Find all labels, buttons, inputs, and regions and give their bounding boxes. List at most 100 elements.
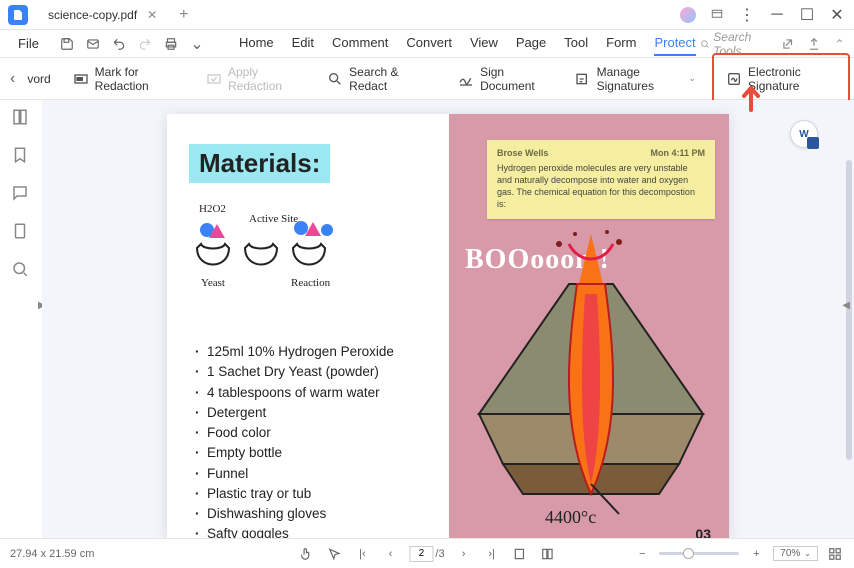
- apply-redaction-label: Apply Redaction: [228, 65, 301, 93]
- notification-icon[interactable]: [708, 6, 726, 24]
- h2o2-label: H2O2: [199, 203, 226, 215]
- materials-list: 125ml 10% Hydrogen Peroxide 1 Sachet Dry…: [195, 342, 394, 538]
- collapse-ribbon-icon[interactable]: ⌃: [833, 36, 846, 52]
- app-icon: [8, 5, 28, 25]
- zoom-out-icon[interactable]: −: [633, 545, 651, 563]
- document-canvas[interactable]: W Materials: H2O2 Active Site Yeast: [42, 100, 854, 538]
- tab-edit[interactable]: Edit: [292, 31, 314, 56]
- zoom-in-icon[interactable]: +: [747, 545, 765, 563]
- statusbar: 27.94 x 21.59 cm |‹ ‹ /3 › ›| − + 70% ⌄: [0, 538, 854, 568]
- workspace: ▶ W Materials: H2O2 Active Site Y: [0, 100, 854, 538]
- last-page-icon[interactable]: ›|: [483, 545, 501, 563]
- expand-right-panel-icon[interactable]: ◀: [842, 300, 850, 311]
- list-item: 4 tablespoons of warm water: [195, 383, 394, 403]
- mark-redaction-button[interactable]: Mark for Redaction: [63, 59, 190, 99]
- materials-heading: Materials:: [189, 144, 330, 183]
- mail-icon[interactable]: [85, 36, 101, 52]
- reaction-sketch: H2O2 Active Site Yeast Reaction: [195, 200, 375, 300]
- titlebar: science-copy.pdf ✕ + ⋮ ─ ☐ ✕: [0, 0, 854, 30]
- close-window-icon[interactable]: ✕: [828, 6, 846, 24]
- page-input[interactable]: [409, 546, 433, 562]
- comment-icon[interactable]: [11, 184, 31, 204]
- protect-toolbar: ‹ vord Mark for Redaction Apply Redactio…: [0, 58, 854, 100]
- file-menu[interactable]: File: [8, 34, 49, 53]
- add-tab-button[interactable]: +: [179, 6, 188, 24]
- bookmark-icon[interactable]: [11, 146, 31, 166]
- manage-signatures-button[interactable]: Manage Signatures ⌄: [565, 59, 706, 99]
- sign-document-button[interactable]: Sign Document: [448, 59, 559, 99]
- zoom-select[interactable]: 70% ⌄: [773, 546, 818, 561]
- list-item: Plastic tray or tub: [195, 484, 394, 504]
- select-tool-icon[interactable]: [325, 545, 343, 563]
- toolbar-scroll-left-icon[interactable]: ‹: [4, 70, 21, 88]
- thumbnails-icon[interactable]: [11, 108, 31, 128]
- page-total: /3: [435, 548, 444, 560]
- apply-redaction-icon: [206, 71, 222, 87]
- tab-home[interactable]: Home: [239, 31, 274, 56]
- print-icon[interactable]: [163, 36, 179, 52]
- sticky-time: Mon 4:11 PM: [650, 148, 705, 158]
- undo-icon[interactable]: [111, 36, 127, 52]
- tab-view[interactable]: View: [470, 31, 498, 56]
- tab-tool[interactable]: Tool: [564, 31, 588, 56]
- zoom-value: 70%: [780, 548, 800, 559]
- tab-page[interactable]: Page: [516, 31, 546, 56]
- search-icon: [700, 38, 710, 50]
- search-redact-button[interactable]: Search & Redact: [317, 59, 435, 99]
- list-item: Dishwashing gloves: [195, 504, 394, 524]
- zoom-thumb[interactable]: [683, 548, 694, 559]
- document-tab[interactable]: science-copy.pdf ✕: [36, 2, 171, 28]
- word-export-badge[interactable]: W: [790, 120, 818, 148]
- fit-width-icon[interactable]: [511, 545, 529, 563]
- mark-redaction-label: Mark for Redaction: [95, 65, 180, 93]
- prev-page-icon[interactable]: ‹: [381, 545, 399, 563]
- annotation-arrow-icon: [736, 82, 766, 112]
- chevron-down-icon: ⌄: [804, 549, 811, 558]
- sign-document-label: Sign Document: [480, 65, 549, 93]
- maximize-icon[interactable]: ☐: [798, 6, 816, 24]
- qat-chevron-icon[interactable]: ⌄: [189, 36, 205, 52]
- page-indicator: /3: [409, 546, 444, 562]
- first-page-icon[interactable]: |‹: [353, 545, 371, 563]
- redo-icon[interactable]: [137, 36, 153, 52]
- page-spread: Materials: H2O2 Active Site Yeast Reacti…: [167, 114, 729, 538]
- account-avatar-icon[interactable]: [680, 7, 696, 23]
- page-right: Brose Wells Mon 4:11 PM Hydrogen peroxid…: [449, 114, 729, 538]
- list-item: 125ml 10% Hydrogen Peroxide: [195, 342, 394, 362]
- tab-comment[interactable]: Comment: [332, 31, 388, 56]
- sign-icon: [458, 71, 474, 87]
- list-item: Empty bottle: [195, 443, 394, 463]
- minimize-icon[interactable]: ─: [768, 6, 786, 24]
- reaction-label: Reaction: [291, 277, 331, 289]
- close-tab-icon[interactable]: ✕: [145, 8, 159, 22]
- hand-tool-icon[interactable]: [297, 545, 315, 563]
- list-item: 1 Sachet Dry Yeast (powder): [195, 362, 394, 382]
- search-redact-icon: [327, 71, 343, 87]
- upload-icon[interactable]: [807, 36, 821, 52]
- redaction-icon: [73, 71, 89, 87]
- active-site-label: Active Site: [249, 213, 298, 225]
- tab-protect[interactable]: Protect: [654, 31, 695, 56]
- search-redact-label: Search & Redact: [349, 65, 425, 93]
- list-item: Funnel: [195, 464, 394, 484]
- manage-signatures-label: Manage Signatures: [597, 65, 683, 93]
- next-page-icon[interactable]: ›: [455, 545, 473, 563]
- page-number: 03: [695, 526, 711, 538]
- menu-kebab-icon[interactable]: ⋮: [738, 6, 756, 24]
- list-item: Safty goggles: [195, 524, 394, 538]
- attachment-icon[interactable]: [11, 222, 31, 242]
- search-panel-icon[interactable]: [11, 260, 31, 280]
- zoom-slider[interactable]: [659, 552, 739, 555]
- page-dimensions: 27.94 x 21.59 cm: [10, 548, 94, 560]
- fullscreen-icon[interactable]: [826, 545, 844, 563]
- chevron-down-icon: ⌄: [689, 73, 697, 84]
- list-item: Detergent: [195, 403, 394, 423]
- electronic-signature-highlight: Electronic Signature: [712, 53, 850, 105]
- tab-form[interactable]: Form: [606, 31, 636, 56]
- sticky-note[interactable]: Brose Wells Mon 4:11 PM Hydrogen peroxid…: [487, 140, 715, 219]
- tab-convert[interactable]: Convert: [406, 31, 452, 56]
- list-item: Food color: [195, 423, 394, 443]
- share-icon[interactable]: [781, 36, 795, 52]
- save-icon[interactable]: [59, 36, 75, 52]
- fit-page-icon[interactable]: [539, 545, 557, 563]
